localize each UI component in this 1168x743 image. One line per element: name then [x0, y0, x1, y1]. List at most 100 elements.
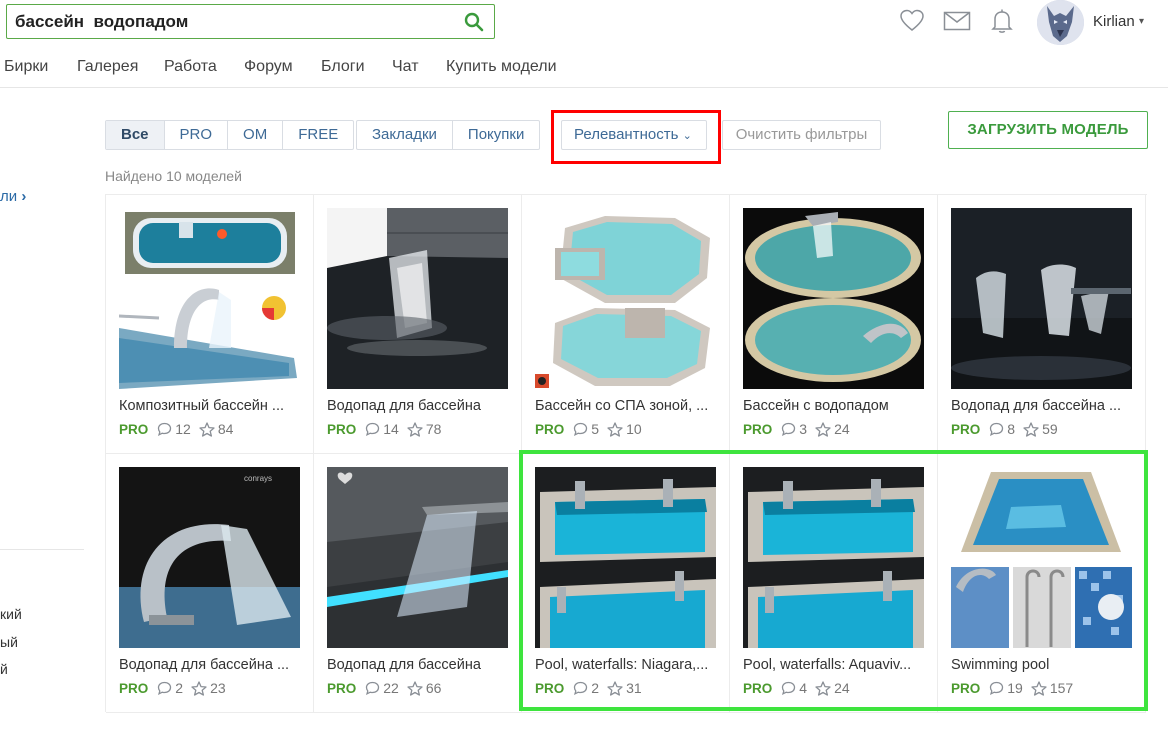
- comment-count: 19: [1007, 680, 1023, 696]
- model-card[interactable]: Водопад для бассейна ... PRO 8 59: [938, 195, 1146, 454]
- filter-free[interactable]: FREE: [283, 121, 353, 149]
- model-title[interactable]: Водопад для бассейна ...: [119, 657, 304, 673]
- star-count: 59: [1042, 421, 1058, 437]
- comment-icon: [782, 422, 796, 436]
- comment-count: 2: [175, 680, 184, 696]
- sidebar-divider: [0, 549, 84, 550]
- model-title[interactable]: Водопад для бассейна: [327, 657, 512, 673]
- model-title[interactable]: Pool, waterfalls: Niagara,...: [535, 657, 720, 673]
- comment-icon: [366, 681, 380, 695]
- star-icon: [407, 421, 423, 437]
- model-thumbnail[interactable]: [951, 467, 1132, 648]
- model-card[interactable]: Pool, waterfalls: Aquaviv... PRO 4 24: [730, 454, 938, 713]
- search-icon[interactable]: [464, 12, 484, 32]
- star-icon: [1023, 421, 1039, 437]
- filter-bookmarks[interactable]: Закладки: [357, 121, 453, 149]
- nav-item-jobs[interactable]: Работа: [164, 58, 217, 76]
- model-title[interactable]: Бассейн со СПА зоной, ...: [535, 398, 720, 414]
- filter-purchases[interactable]: Покупки: [453, 121, 539, 149]
- model-thumbnail[interactable]: [951, 208, 1132, 389]
- wolf-avatar-icon: [1037, 0, 1084, 45]
- model-meta: PRO 4 24: [743, 680, 858, 696]
- comment-count: 5: [591, 421, 600, 437]
- model-meta: PRO 5 10: [535, 421, 650, 437]
- list-filter-group: Закладки Покупки: [356, 120, 541, 150]
- chevron-down-icon[interactable]: ▾: [1139, 16, 1144, 27]
- mail-icon[interactable]: [943, 7, 971, 35]
- pro-badge: PRO: [951, 421, 981, 437]
- brand-logo: conrays: [244, 474, 272, 483]
- nav-item-chat[interactable]: Чат: [392, 58, 419, 76]
- comment-count: 8: [1007, 421, 1016, 437]
- model-card[interactable]: Бассейн со СПА зоной, ... PRO 5 10: [522, 195, 730, 454]
- sidebar-item[interactable]: кий: [0, 606, 22, 622]
- model-thumbnail[interactable]: [743, 208, 924, 389]
- model-meta: PRO 2 31: [535, 680, 650, 696]
- username[interactable]: Kirlian: [1093, 13, 1135, 30]
- model-meta: PRO 12 84: [119, 421, 241, 437]
- filter-om[interactable]: OM: [228, 121, 284, 149]
- upload-model-button[interactable]: ЗАГРУЗИТЬ МОДЕЛЬ: [948, 111, 1148, 149]
- search-input[interactable]: [15, 12, 445, 32]
- star-icon: [1031, 680, 1047, 696]
- model-meta: PRO 3 24: [743, 421, 858, 437]
- comment-count: 12: [175, 421, 191, 437]
- star-icon: [607, 421, 623, 437]
- model-title[interactable]: Водопад для бассейна ...: [951, 398, 1136, 414]
- nav-item-tags[interactable]: Бирки: [4, 58, 48, 76]
- model-thumbnail[interactable]: [743, 467, 924, 648]
- sidebar-item[interactable]: й: [0, 661, 8, 677]
- model-thumbnail[interactable]: [535, 467, 716, 648]
- model-thumbnail[interactable]: [535, 208, 716, 389]
- filter-all[interactable]: Все: [106, 121, 165, 149]
- model-title[interactable]: Бассейн с водопадом: [743, 398, 928, 414]
- header-icons: [898, 6, 1016, 36]
- comment-count: 14: [383, 421, 399, 437]
- comment-icon: [158, 681, 172, 695]
- model-card[interactable]: Водопад для бассейна PRO 22 66: [314, 454, 522, 713]
- pro-badge: PRO: [327, 680, 357, 696]
- avatar[interactable]: [1037, 0, 1084, 45]
- filter-pro[interactable]: PRO: [165, 121, 229, 149]
- comment-count: 3: [799, 421, 808, 437]
- star-count: 23: [210, 680, 226, 696]
- model-title[interactable]: Водопад для бассейна: [327, 398, 512, 414]
- model-title[interactable]: Композитный бассейн ...: [119, 398, 304, 414]
- model-title[interactable]: Swimming pool: [951, 657, 1136, 673]
- comment-count: 22: [383, 680, 399, 696]
- model-meta: PRO 8 59: [951, 421, 1066, 437]
- model-title[interactable]: Pool, waterfalls: Aquaviv...: [743, 657, 928, 673]
- nav-item-blogs[interactable]: Блоги: [321, 58, 365, 76]
- search-box[interactable]: [6, 4, 495, 39]
- license-filter-group: Все PRO OM FREE: [105, 120, 355, 150]
- comment-count: 2: [591, 680, 600, 696]
- comment-icon: [782, 681, 796, 695]
- model-thumbnail[interactable]: [119, 208, 300, 389]
- model-card[interactable]: Pool, waterfalls: Niagara,... PRO 2 31: [522, 454, 730, 713]
- model-card[interactable]: Водопад для бассейна PRO 14 78: [314, 195, 522, 454]
- nav-item-gallery[interactable]: Галерея: [77, 58, 138, 76]
- star-icon: [191, 680, 207, 696]
- model-meta: PRO 22 66: [327, 680, 449, 696]
- model-card[interactable]: conrays Водопад для бассейна ... PRO 2 23: [106, 454, 314, 713]
- pro-badge: PRO: [119, 421, 149, 437]
- sidebar-link[interactable]: ли ›: [0, 188, 26, 205]
- nav-item-buy-models[interactable]: Купить модели: [446, 58, 557, 76]
- star-count: 24: [834, 680, 850, 696]
- clear-filters-button[interactable]: Очистить фильтры: [722, 120, 881, 150]
- model-card[interactable]: Бассейн с водопадом PRO 3 24: [730, 195, 938, 454]
- star-icon: [407, 680, 423, 696]
- model-thumbnail[interactable]: conrays: [119, 467, 300, 648]
- model-card[interactable]: Swimming pool PRO 19 157: [938, 454, 1146, 713]
- model-meta: PRO 2 23: [119, 680, 234, 696]
- heart-icon[interactable]: [898, 7, 926, 35]
- nav-item-forum[interactable]: Форум: [244, 58, 293, 76]
- model-thumbnail[interactable]: [327, 467, 508, 648]
- model-card[interactable]: Композитный бассейн ... PRO 12 84: [106, 195, 314, 454]
- sidebar-item[interactable]: ый: [0, 634, 18, 650]
- star-count: 24: [834, 421, 850, 437]
- pro-badge: PRO: [119, 680, 149, 696]
- bell-icon[interactable]: [988, 7, 1016, 35]
- star-count: 78: [425, 421, 442, 437]
- model-thumbnail[interactable]: [327, 208, 508, 389]
